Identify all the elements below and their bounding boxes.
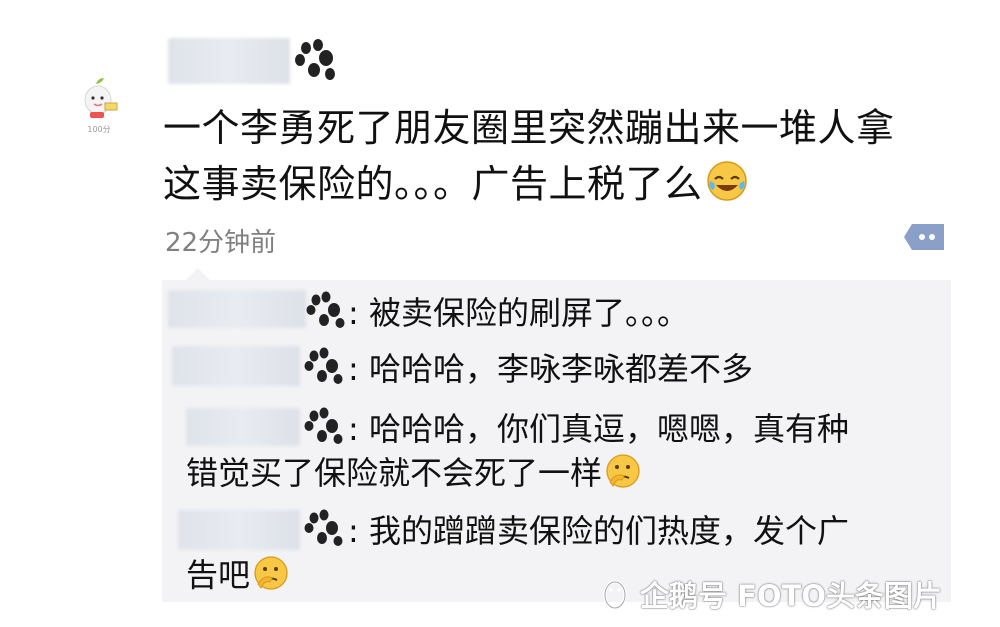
post-text: 一个李勇死了朋友圈里突然蹦出来一堆人拿 这事卖保险的。。。广告上税了么	[163, 100, 963, 212]
penguin-logo-icon	[603, 580, 627, 610]
tears-of-joy-emoji-icon	[706, 161, 747, 201]
username-blurred[interactable]	[168, 38, 290, 84]
paw-icon	[304, 407, 343, 444]
comment-text-cont: 错觉买了保险就不会死了一样	[186, 454, 603, 492]
paw-icon	[304, 347, 343, 384]
paw-icon	[295, 39, 335, 80]
post-timestamp: 22分钟前	[165, 228, 277, 258]
commenter-name-blurred[interactable]	[186, 408, 300, 446]
comment-text-cont: 告吧	[186, 556, 251, 594]
avatar-caption: 100分	[87, 125, 111, 134]
paw-icon	[304, 509, 343, 546]
post-line-2: 这事卖保险的。。。广告上税了么	[163, 162, 703, 206]
comment-3-continuation: 错觉买了保险就不会死了一样	[186, 452, 642, 494]
commenter-name-blurred[interactable]	[168, 290, 306, 328]
more-actions-button[interactable]	[904, 222, 946, 252]
comment-text: : 我的蹭蹭卖保险的们热度，发个广	[348, 512, 849, 550]
commenter-name-blurred[interactable]	[178, 510, 300, 550]
watermark-text: 企鹅号 FOTO头条图片	[640, 579, 942, 613]
comment-1[interactable]: : 被卖保险的刷屏了。。。	[348, 292, 689, 334]
comment-4-continuation: 告吧	[186, 554, 290, 596]
post-line-1: 一个李勇死了朋友圈里突然蹦出来一堆人拿	[163, 106, 895, 150]
comment-2[interactable]: : 哈哈哈，李咏李咏都差不多	[348, 348, 753, 390]
watermark: 企鹅号 FOTO头条图片	[598, 573, 942, 615]
comment-3[interactable]: : 哈哈哈，你们真逗，嗯嗯，真有种	[348, 408, 849, 450]
comment-text: : 被卖保险的刷屏了。。。	[348, 294, 689, 332]
comment-text: : 哈哈哈，李咏李咏都差不多	[348, 350, 753, 388]
comments-caret	[186, 268, 210, 280]
thinking-face-emoji-icon	[606, 454, 640, 488]
paw-icon	[306, 291, 345, 328]
thinking-face-emoji-icon	[254, 556, 288, 590]
comment-text: : 哈哈哈，你们真逗，嗯嗯，真有种	[348, 410, 849, 448]
avatar[interactable]	[72, 70, 128, 126]
comment-4[interactable]: : 我的蹭蹭卖保险的们热度，发个广	[348, 510, 849, 552]
commenter-name-blurred[interactable]	[172, 346, 300, 386]
